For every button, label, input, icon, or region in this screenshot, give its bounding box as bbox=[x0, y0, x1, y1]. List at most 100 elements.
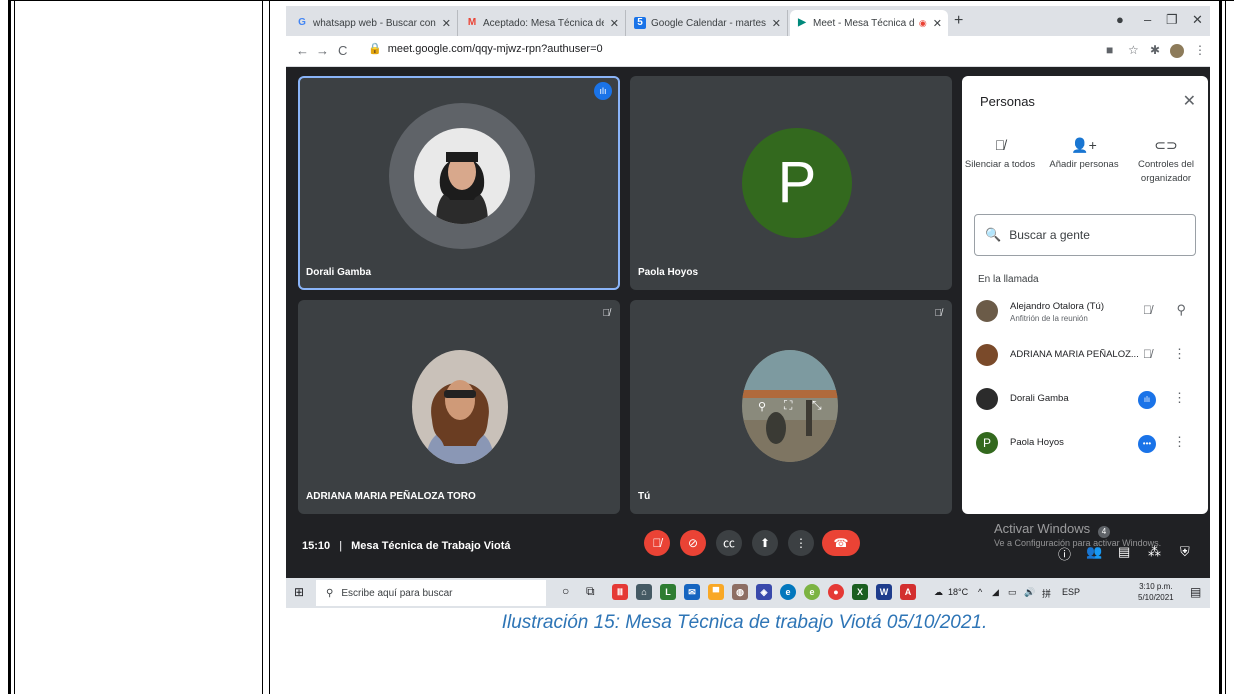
mic-toggle-button[interactable]: 🎙̸ bbox=[644, 530, 670, 556]
close-icon[interactable]: ✕ bbox=[442, 17, 451, 30]
taskbar-search-input[interactable]: ⚲ Escribe aquí para buscar bbox=[316, 580, 546, 606]
present-button[interactable]: ⬆ bbox=[752, 530, 778, 556]
search-icon: ⚲ bbox=[326, 587, 334, 599]
network-icon[interactable]: ◢ bbox=[992, 587, 999, 598]
task-view-icon[interactable]: ⧉ bbox=[586, 584, 595, 599]
more-options-button[interactable]: ⋮ bbox=[788, 530, 814, 556]
acrobat-icon[interactable]: A bbox=[900, 584, 916, 600]
pin-icon[interactable]: ⚲ bbox=[758, 400, 766, 413]
frame-icon[interactable]: ⛶ bbox=[784, 398, 792, 413]
info-icon[interactable]: ⓘ bbox=[1058, 544, 1071, 563]
meeting-controls-bar: 15:10 | Mesa Técnica de Trabajo Viotá 🎙̸… bbox=[286, 518, 1210, 568]
volume-icon[interactable]: 🔊 bbox=[1024, 587, 1035, 598]
close-icon[interactable]: ✕ bbox=[772, 17, 781, 30]
menu-icon[interactable]: ⋮ bbox=[1194, 43, 1206, 57]
host-lock-icon[interactable]: ⛨ bbox=[1180, 544, 1190, 560]
weather-text[interactable]: 18°C bbox=[948, 587, 968, 597]
shield-icon[interactable]: ◈ bbox=[756, 584, 772, 600]
language-indicator[interactable]: ESP bbox=[1062, 587, 1080, 597]
word-icon[interactable]: W bbox=[876, 584, 892, 600]
new-tab-icon[interactable]: + bbox=[954, 12, 963, 30]
close-icon[interactable]: ✕ bbox=[933, 17, 942, 30]
participant-role: Anfitrión de la reunión bbox=[1010, 314, 1088, 323]
mute-all-button[interactable]: 🎙̸ Silenciar a todos bbox=[960, 138, 1040, 172]
participant-row[interactable]: Dorali Gamba ılı ⋮ bbox=[974, 382, 1196, 418]
app-l-icon[interactable]: L bbox=[660, 584, 676, 600]
forward-icon[interactable]: → bbox=[316, 43, 329, 58]
back-icon[interactable]: ← bbox=[296, 43, 309, 58]
video-tile[interactable]: 🎙̸ ADRIANA MARIA PEÑALOZA TORO bbox=[298, 300, 620, 514]
window-close-icon[interactable]: ✕ bbox=[1192, 12, 1203, 28]
panel-title: Personas bbox=[980, 94, 1035, 109]
folder-icon[interactable]: ▀ bbox=[708, 584, 724, 600]
chat-icon[interactable]: ▤ bbox=[1118, 544, 1130, 560]
close-icon[interactable]: ✕ bbox=[1183, 91, 1196, 111]
windows-taskbar: ⊞ ⚲ Escribe aquí para buscar ○ ⧉ Ⅲ ⌂ L ✉… bbox=[286, 578, 1210, 608]
app-icon[interactable]: Ⅲ bbox=[612, 584, 628, 600]
participant-name: ADRIANA MARIA PEÑALOZA TORO bbox=[306, 491, 476, 502]
add-people-button[interactable]: 👤+ Añadir personas bbox=[1044, 138, 1124, 172]
avatar bbox=[976, 300, 998, 322]
video-tile[interactable]: 🎙̸ ⚲ ⛶ ⤡ Tú bbox=[630, 300, 952, 514]
cortana-icon[interactable]: ○ bbox=[562, 584, 569, 598]
pin-icon[interactable]: ⚲ bbox=[1176, 302, 1186, 318]
profile-avatar[interactable] bbox=[1170, 44, 1184, 58]
store-icon[interactable]: ⌂ bbox=[636, 584, 652, 600]
minimize-tile-icon[interactable]: ⤡ bbox=[812, 398, 822, 413]
clock-date: 5/10/2021 bbox=[1138, 593, 1174, 602]
video-tile[interactable]: ılı Dorali Gamba bbox=[298, 76, 620, 290]
captions-button[interactable]: ㏄ bbox=[716, 530, 742, 556]
mic-off-icon[interactable]: 🎙̸ bbox=[1143, 303, 1152, 317]
reload-icon[interactable]: C bbox=[338, 43, 347, 58]
clock-text: 15:10 bbox=[302, 540, 331, 552]
search-placeholder: Escribe aquí para buscar bbox=[341, 587, 453, 599]
table-border-top bbox=[8, 0, 1234, 1]
windows-start-icon[interactable]: ⊞ bbox=[294, 585, 304, 599]
mail-icon[interactable]: ✉ bbox=[684, 584, 700, 600]
participant-name: ADRIANA MARIA PEÑALOZ... bbox=[1010, 349, 1139, 360]
action-label: Añadir personas bbox=[1049, 159, 1119, 170]
edge-legacy-icon[interactable]: e bbox=[804, 584, 820, 600]
search-placeholder: Buscar a gente bbox=[1009, 228, 1090, 242]
more-options-icon[interactable]: ⋮ bbox=[1173, 390, 1186, 406]
minimize-icon[interactable]: – bbox=[1144, 12, 1151, 27]
battery-icon[interactable]: ▭ bbox=[1008, 587, 1017, 598]
participant-name: Alejandro Otalora (Tú) bbox=[1010, 301, 1104, 312]
participant-row[interactable]: P Paola Hoyos ••• ⋮ bbox=[974, 426, 1196, 462]
more-options-icon[interactable]: ⋮ bbox=[1173, 346, 1186, 362]
chrome-icon[interactable]: ● bbox=[828, 584, 844, 600]
maximize-icon[interactable]: ❐ bbox=[1166, 12, 1178, 28]
participant-row[interactable]: Alejandro Otalora (Tú) Anfitrión de la r… bbox=[974, 294, 1196, 330]
url-field[interactable]: 🔒 meet.google.com/qqy-mjwz-rpn?authuser=0 bbox=[368, 42, 603, 55]
edge-icon[interactable]: e bbox=[780, 584, 796, 600]
browser-tab-active[interactable]: ▶ Meet - Mesa Técnica de Trab ◉ ✕ bbox=[790, 10, 948, 36]
taskbar-clock[interactable]: 3:10 p.m. 5/10/2021 bbox=[1138, 581, 1174, 603]
excel-icon[interactable]: X bbox=[852, 584, 868, 600]
host-controls-button[interactable]: ⊂⊃ Controles del organizador bbox=[1126, 138, 1206, 186]
extensions-icon[interactable]: ✱ bbox=[1150, 43, 1160, 57]
mic-off-icon[interactable]: 🎙̸ bbox=[1143, 347, 1152, 361]
participant-row[interactable]: ADRIANA MARIA PEÑALOZ... 🎙̸ ⋮ bbox=[974, 338, 1196, 374]
browser-tab[interactable]: M Aceptado: Mesa Técnica de Trab ✕ bbox=[460, 10, 626, 36]
browser-tab[interactable]: 5 Google Calendar - martes, 5 de ✕ bbox=[628, 10, 788, 36]
profile-dot-icon[interactable]: ● bbox=[1116, 12, 1124, 27]
more-options-icon[interactable]: ⋮ bbox=[1173, 434, 1186, 450]
camera-icon[interactable]: ■ bbox=[1106, 43, 1113, 57]
close-icon[interactable]: ✕ bbox=[610, 17, 619, 30]
app-icon[interactable]: ◍ bbox=[732, 584, 748, 600]
tray-up-icon[interactable]: ^ bbox=[978, 587, 982, 597]
activities-icon[interactable]: ⁂ bbox=[1148, 544, 1161, 560]
browser-tab[interactable]: G whatsapp web - Buscar con Goo ✕ bbox=[290, 10, 458, 36]
end-call-button[interactable]: ☎ bbox=[822, 530, 860, 556]
ime-icon[interactable]: 拼 bbox=[1042, 587, 1051, 600]
participant-name: Paola Hoyos bbox=[1010, 437, 1064, 448]
notifications-icon[interactable]: ▤ bbox=[1190, 585, 1201, 599]
camera-toggle-button[interactable]: ⊘ bbox=[680, 530, 706, 556]
speaking-indicator-icon: ••• bbox=[1138, 435, 1156, 453]
star-icon[interactable]: ☆ bbox=[1128, 43, 1139, 57]
video-tile[interactable]: P Paola Hoyos bbox=[630, 76, 952, 290]
avatar-initial: P bbox=[976, 432, 998, 454]
people-search-input[interactable]: 🔍 Buscar a gente bbox=[974, 214, 1196, 256]
participant-name: Tú bbox=[638, 491, 651, 502]
people-icon[interactable]: 👥 bbox=[1086, 544, 1102, 560]
